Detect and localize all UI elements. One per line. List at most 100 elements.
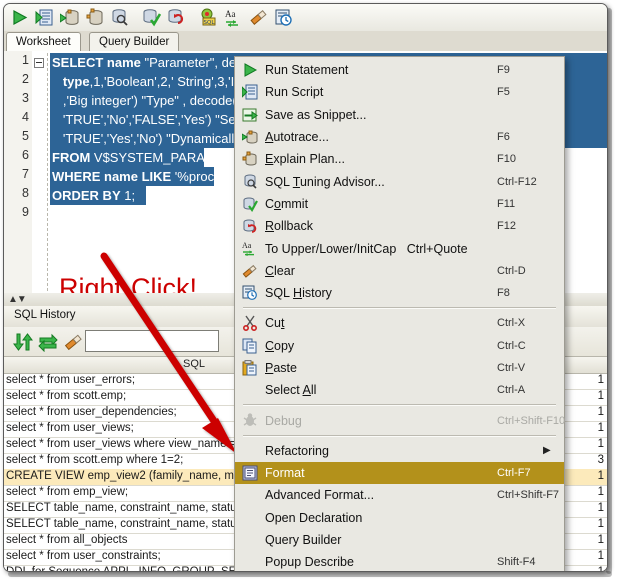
menu-item-popup-describe[interactable]: Popup Describe Shift-F4 xyxy=(235,551,564,571)
line-number: 5 xyxy=(22,129,29,143)
menu-item-label: Explain Plan... xyxy=(265,152,345,167)
menu-item-to-upper-lower-initcap[interactable]: Aa To Upper/Lower/InitCap Ctrl+Quote xyxy=(235,237,564,259)
menu-item-accel: F10 xyxy=(497,153,516,166)
menu-item-accel: Ctrl-F12 xyxy=(497,175,537,188)
menu-item-accel: Ctrl-A xyxy=(497,384,526,397)
chevron-right-icon: ▶ xyxy=(543,445,551,457)
menu-item-label: Select All xyxy=(265,383,317,398)
code-line: FROM V$SYSTEM_PARAMETER xyxy=(50,148,251,167)
screenshot-root: SQL Aa Worksheet Query Builder 1 2 3 4 5… xyxy=(0,0,617,579)
sql-developer-window: SQL Aa Worksheet Query Builder 1 2 3 4 5… xyxy=(3,3,608,572)
menu-item-paste[interactable]: Paste Ctrl-V xyxy=(235,357,564,379)
menu-separator xyxy=(243,307,556,310)
menu-item-rollback[interactable]: Rollback F12 xyxy=(235,215,564,237)
menu-item-select-all[interactable]: Select All Ctrl-A xyxy=(235,379,564,401)
menu-item-accel: F8 xyxy=(497,287,510,300)
to-upper-lower-initcap-icon: Aa xyxy=(241,239,259,257)
menu-item-advanced-format[interactable]: Advanced Format... Ctrl+Shift-F7 xyxy=(235,484,564,506)
menu-item-format[interactable]: Format Ctrl-F7 xyxy=(235,462,564,485)
menu-item-open-declaration[interactable]: Open Declaration xyxy=(235,507,564,529)
run-script-icon xyxy=(241,83,259,101)
menu-item-sql-history[interactable]: SQL History F8 xyxy=(235,282,564,304)
menu-item-accel: F11 xyxy=(497,197,516,210)
menu-item-run-script[interactable]: Run Script F5 xyxy=(235,81,564,103)
sql-history-search-input[interactable] xyxy=(86,332,216,350)
editor-indent-guide xyxy=(47,53,48,291)
menu-item-label: Paste xyxy=(265,361,297,375)
copy-icon xyxy=(241,337,259,355)
menu-item-autotrace[interactable]: Autotrace... F6 xyxy=(235,126,564,148)
autotrace-icon[interactable] xyxy=(58,6,81,29)
sql-tuning-advisor-icon[interactable] xyxy=(108,6,131,29)
clear-icon xyxy=(241,262,259,280)
explain-plan-icon xyxy=(241,150,259,168)
clear-history-icon[interactable] xyxy=(62,331,84,353)
append-icon[interactable] xyxy=(12,331,34,353)
worksheet-toolbar: SQL Aa xyxy=(4,4,607,32)
unshared-sql-worksheet-icon[interactable]: SQL xyxy=(197,6,220,29)
sql-history-title: SQL History xyxy=(14,309,76,321)
menu-item-query-builder[interactable]: Query Builder xyxy=(235,529,564,551)
menu-separator xyxy=(243,434,556,437)
menu-item-save-as-snippet[interactable]: Save as Snippet... xyxy=(235,104,564,126)
fold-collapse-icon[interactable] xyxy=(34,58,44,68)
menu-item-clear[interactable]: Clear Ctrl-D xyxy=(235,260,564,282)
menu-item-label: SQL Tuning Advisor... xyxy=(265,174,385,189)
sql-tuning-advisor-icon xyxy=(241,172,259,190)
line-number: 4 xyxy=(22,110,29,124)
menu-item-accel: Ctrl+Shift-F10 xyxy=(497,414,566,427)
save-as-snippet-icon xyxy=(241,106,259,124)
menu-item-sql-tuning-advisor[interactable]: SQL Tuning Advisor... Ctrl-F12 xyxy=(235,170,564,192)
run-statement-icon[interactable] xyxy=(8,6,31,29)
menu-item-run-statement[interactable]: Run Statement F9 xyxy=(235,59,564,81)
line-number: 1 xyxy=(22,53,29,67)
menu-item-accel: F12 xyxy=(497,220,516,233)
svg-text:Aa: Aa xyxy=(225,9,236,19)
menu-item-accel: F9 xyxy=(497,64,510,77)
autotrace-icon xyxy=(241,128,259,146)
menu-item-accel: Ctrl-C xyxy=(497,339,526,352)
menu-item-explain-plan[interactable]: Explain Plan... F10 xyxy=(235,148,564,170)
commit-icon[interactable] xyxy=(140,6,163,29)
replace-icon[interactable] xyxy=(37,331,59,353)
menu-item-label: Cut xyxy=(265,316,285,331)
sql-history-search-box[interactable] xyxy=(85,330,219,352)
tab-worksheet[interactable]: Worksheet xyxy=(6,32,81,52)
run-script-icon[interactable] xyxy=(33,6,56,29)
menu-item-accel: Ctrl-V xyxy=(497,362,526,374)
menu-item-debug: Debug Ctrl+Shift-F10 xyxy=(235,409,566,431)
menu-item-commit[interactable]: Commit F11 xyxy=(235,193,564,215)
menu-item-copy[interactable]: Copy Ctrl-C xyxy=(235,335,564,357)
tab-worksheet-label: Worksheet xyxy=(16,36,71,48)
line-number: 8 xyxy=(22,186,29,200)
run-statement-icon xyxy=(241,61,259,79)
sql-history-icon xyxy=(241,284,259,302)
clear-icon[interactable] xyxy=(247,6,270,29)
menu-item-accel: Ctrl-F7 xyxy=(497,467,531,480)
tab-query-builder[interactable]: Query Builder xyxy=(89,32,180,52)
svg-text:SQL: SQL xyxy=(204,20,216,26)
commit-icon xyxy=(241,195,259,213)
menu-item-cut[interactable]: Cut Ctrl-X xyxy=(235,312,564,334)
to-upper-lower-initcap-icon[interactable]: Aa xyxy=(222,6,245,29)
svg-text:Aa: Aa xyxy=(242,241,252,250)
menu-item-accel: Ctrl-D xyxy=(497,264,526,277)
menu-item-label: Clear xyxy=(265,263,295,278)
editor-fold-column[interactable] xyxy=(32,51,44,293)
rollback-icon[interactable] xyxy=(165,6,188,29)
line-number: 9 xyxy=(22,205,29,219)
menu-item-label: Format xyxy=(265,466,305,481)
sql-history-icon[interactable] xyxy=(272,6,295,29)
menu-item-label: Autotrace... xyxy=(265,130,329,145)
splitter-arrows-icon[interactable]: ▲▼ xyxy=(8,294,27,305)
menu-item-accel: Ctrl+Shift-F7 xyxy=(497,489,560,502)
menu-item-label: Save as Snippet... xyxy=(265,107,367,122)
explain-plan-icon[interactable] xyxy=(83,6,106,29)
right-click-annotation: Right-Click! xyxy=(59,273,198,294)
code-line: ORDER BY 1; xyxy=(50,186,146,205)
menu-item-label: Run Statement xyxy=(265,63,349,78)
menu-item-refactoring[interactable]: Refactoring ▶ xyxy=(235,440,564,462)
menu-item-accel: F5 xyxy=(497,86,510,99)
menu-item-label: Popup Describe xyxy=(265,555,354,570)
editor-context-menu[interactable]: Run Statement F9 Run Script F5 Save as S… xyxy=(234,56,566,571)
